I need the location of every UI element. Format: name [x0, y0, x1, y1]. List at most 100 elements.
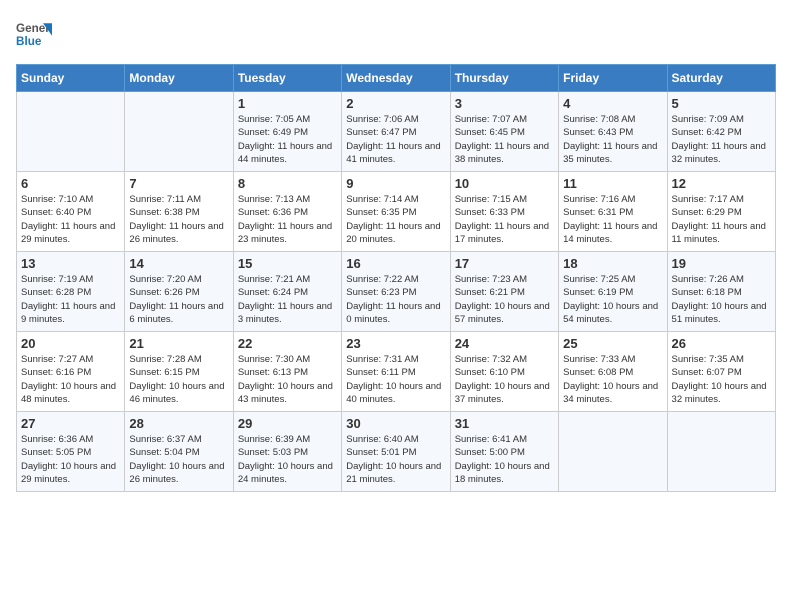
logo: General Blue — [16, 16, 52, 52]
day-number: 11 — [563, 176, 662, 191]
calendar-cell: 24 Sunrise: 7:32 AMSunset: 6:10 PMDayligh… — [450, 332, 558, 412]
calendar-cell: 12 Sunrise: 7:17 AMSunset: 6:29 PMDayligh… — [667, 172, 775, 252]
cell-sun-info: Sunrise: 7:13 AMSunset: 6:36 PMDaylight:… — [238, 193, 337, 246]
calendar-cell: 20 Sunrise: 7:27 AMSunset: 6:16 PMDayligh… — [17, 332, 125, 412]
page-header: General Blue — [16, 16, 776, 52]
calendar-week-4: 20 Sunrise: 7:27 AMSunset: 6:16 PMDayligh… — [17, 332, 776, 412]
cell-sun-info: Sunrise: 7:26 AMSunset: 6:18 PMDaylight:… — [672, 273, 771, 326]
calendar-cell — [559, 412, 667, 492]
calendar-cell: 15Sunrise: 7:21 AMSunset: 6:24 PMDayligh… — [233, 252, 341, 332]
calendar-cell — [125, 92, 233, 172]
cell-sun-info: Sunrise: 7:06 AMSunset: 6:47 PMDaylight:… — [346, 113, 445, 166]
day-number: 23 — [346, 336, 445, 351]
calendar-week-2: 6 Sunrise: 7:10 AMSunset: 6:40 PMDaylight… — [17, 172, 776, 252]
day-number: 6 — [21, 176, 120, 191]
cell-sun-info: Sunrise: 7:21 AMSunset: 6:24 PMDaylight:… — [238, 273, 337, 326]
calendar-cell: 25Sunrise: 7:33 AMSunset: 6:08 PMDayligh… — [559, 332, 667, 412]
cell-sun-info: Sunrise: 7:20 AMSunset: 6:26 PMDaylight:… — [129, 273, 228, 326]
calendar-cell: 29 Sunrise: 6:39 AMSunset: 5:03 PMDayligh… — [233, 412, 341, 492]
day-number: 26 — [672, 336, 771, 351]
day-number: 4 — [563, 96, 662, 111]
day-number: 3 — [455, 96, 554, 111]
day-number: 14 — [129, 256, 228, 271]
cell-sun-info: Sunrise: 7:16 AMSunset: 6:31 PMDaylight:… — [563, 193, 662, 246]
calendar-cell: 11 Sunrise: 7:16 AMSunset: 6:31 PMDayligh… — [559, 172, 667, 252]
cell-sun-info: Sunrise: 7:10 AMSunset: 6:40 PMDaylight:… — [21, 193, 120, 246]
calendar-cell: 5 Sunrise: 7:09 AMSunset: 6:42 PMDaylight… — [667, 92, 775, 172]
day-number: 8 — [238, 176, 337, 191]
day-number: 29 — [238, 416, 337, 431]
calendar-table: SundayMondayTuesdayWednesdayThursdayFrid… — [16, 64, 776, 492]
logo-icon: General Blue — [16, 16, 52, 52]
calendar-cell: 23 Sunrise: 7:31 AMSunset: 6:11 PMDayligh… — [342, 332, 450, 412]
day-number: 12 — [672, 176, 771, 191]
day-number: 18 — [563, 256, 662, 271]
calendar-cell: 10 Sunrise: 7:15 AMSunset: 6:33 PMDayligh… — [450, 172, 558, 252]
calendar-cell: 31Sunrise: 6:41 AMSunset: 5:00 PMDayligh… — [450, 412, 558, 492]
day-number: 24 — [455, 336, 554, 351]
svg-text:Blue: Blue — [16, 35, 42, 48]
day-number: 30 — [346, 416, 445, 431]
cell-sun-info: Sunrise: 6:37 AMSunset: 5:04 PMDaylight:… — [129, 433, 228, 486]
cell-sun-info: Sunrise: 7:17 AMSunset: 6:29 PMDaylight:… — [672, 193, 771, 246]
cell-sun-info: Sunrise: 7:28 AMSunset: 6:15 PMDaylight:… — [129, 353, 228, 406]
day-number: 19 — [672, 256, 771, 271]
cell-sun-info: Sunrise: 6:40 AMSunset: 5:01 PMDaylight:… — [346, 433, 445, 486]
cell-sun-info: Sunrise: 7:07 AMSunset: 6:45 PMDaylight:… — [455, 113, 554, 166]
cell-sun-info: Sunrise: 7:14 AMSunset: 6:35 PMDaylight:… — [346, 193, 445, 246]
day-number: 13 — [21, 256, 120, 271]
cell-sun-info: Sunrise: 7:27 AMSunset: 6:16 PMDaylight:… — [21, 353, 120, 406]
calendar-header: SundayMondayTuesdayWednesdayThursdayFrid… — [17, 65, 776, 92]
day-number: 7 — [129, 176, 228, 191]
calendar-cell: 6 Sunrise: 7:10 AMSunset: 6:40 PMDaylight… — [17, 172, 125, 252]
calendar-body: 1 Sunrise: 7:05 AMSunset: 6:49 PMDaylight… — [17, 92, 776, 492]
cell-sun-info: Sunrise: 7:19 AMSunset: 6:28 PMDaylight:… — [21, 273, 120, 326]
day-number: 17 — [455, 256, 554, 271]
day-number: 31 — [455, 416, 554, 431]
calendar-cell: 19 Sunrise: 7:26 AMSunset: 6:18 PMDayligh… — [667, 252, 775, 332]
calendar-week-5: 27 Sunrise: 6:36 AMSunset: 5:05 PMDayligh… — [17, 412, 776, 492]
cell-sun-info: Sunrise: 7:09 AMSunset: 6:42 PMDaylight:… — [672, 113, 771, 166]
day-number: 20 — [21, 336, 120, 351]
cell-sun-info: Sunrise: 7:35 AMSunset: 6:07 PMDaylight:… — [672, 353, 771, 406]
cell-sun-info: Sunrise: 6:39 AMSunset: 5:03 PMDaylight:… — [238, 433, 337, 486]
cell-sun-info: Sunrise: 7:15 AMSunset: 6:33 PMDaylight:… — [455, 193, 554, 246]
day-number: 5 — [672, 96, 771, 111]
calendar-cell: 21Sunrise: 7:28 AMSunset: 6:15 PMDayligh… — [125, 332, 233, 412]
calendar-cell: 17 Sunrise: 7:23 AMSunset: 6:21 PMDayligh… — [450, 252, 558, 332]
day-header-monday: Monday — [125, 65, 233, 92]
day-number: 1 — [238, 96, 337, 111]
calendar-cell — [667, 412, 775, 492]
calendar-cell: 1 Sunrise: 7:05 AMSunset: 6:49 PMDaylight… — [233, 92, 341, 172]
cell-sun-info: Sunrise: 7:32 AMSunset: 6:10 PMDaylight:… — [455, 353, 554, 406]
calendar-cell — [17, 92, 125, 172]
day-number: 27 — [21, 416, 120, 431]
day-header-tuesday: Tuesday — [233, 65, 341, 92]
calendar-cell: 2 Sunrise: 7:06 AMSunset: 6:47 PMDaylight… — [342, 92, 450, 172]
day-number: 9 — [346, 176, 445, 191]
cell-sun-info: Sunrise: 7:23 AMSunset: 6:21 PMDaylight:… — [455, 273, 554, 326]
day-number: 28 — [129, 416, 228, 431]
calendar-week-3: 13 Sunrise: 7:19 AMSunset: 6:28 PMDayligh… — [17, 252, 776, 332]
calendar-cell: 30 Sunrise: 6:40 AMSunset: 5:01 PMDayligh… — [342, 412, 450, 492]
calendar-cell: 13 Sunrise: 7:19 AMSunset: 6:28 PMDayligh… — [17, 252, 125, 332]
cell-sun-info: Sunrise: 7:33 AMSunset: 6:08 PMDaylight:… — [563, 353, 662, 406]
day-header-friday: Friday — [559, 65, 667, 92]
day-number: 10 — [455, 176, 554, 191]
calendar-cell: 28 Sunrise: 6:37 AMSunset: 5:04 PMDayligh… — [125, 412, 233, 492]
cell-sun-info: Sunrise: 7:25 AMSunset: 6:19 PMDaylight:… — [563, 273, 662, 326]
day-number: 2 — [346, 96, 445, 111]
day-header-saturday: Saturday — [667, 65, 775, 92]
calendar-cell: 26 Sunrise: 7:35 AMSunset: 6:07 PMDayligh… — [667, 332, 775, 412]
cell-sun-info: Sunrise: 7:31 AMSunset: 6:11 PMDaylight:… — [346, 353, 445, 406]
cell-sun-info: Sunrise: 6:36 AMSunset: 5:05 PMDaylight:… — [21, 433, 120, 486]
calendar-cell: 18 Sunrise: 7:25 AMSunset: 6:19 PMDayligh… — [559, 252, 667, 332]
calendar-cell: 16Sunrise: 7:22 AMSunset: 6:23 PMDayligh… — [342, 252, 450, 332]
calendar-cell: 4Sunrise: 7:08 AMSunset: 6:43 PMDaylight… — [559, 92, 667, 172]
day-header-sunday: Sunday — [17, 65, 125, 92]
calendar-cell: 27 Sunrise: 6:36 AMSunset: 5:05 PMDayligh… — [17, 412, 125, 492]
calendar-cell: 7Sunrise: 7:11 AMSunset: 6:38 PMDaylight… — [125, 172, 233, 252]
cell-sun-info: Sunrise: 7:22 AMSunset: 6:23 PMDaylight:… — [346, 273, 445, 326]
cell-sun-info: Sunrise: 7:05 AMSunset: 6:49 PMDaylight:… — [238, 113, 337, 166]
calendar-week-1: 1 Sunrise: 7:05 AMSunset: 6:49 PMDaylight… — [17, 92, 776, 172]
